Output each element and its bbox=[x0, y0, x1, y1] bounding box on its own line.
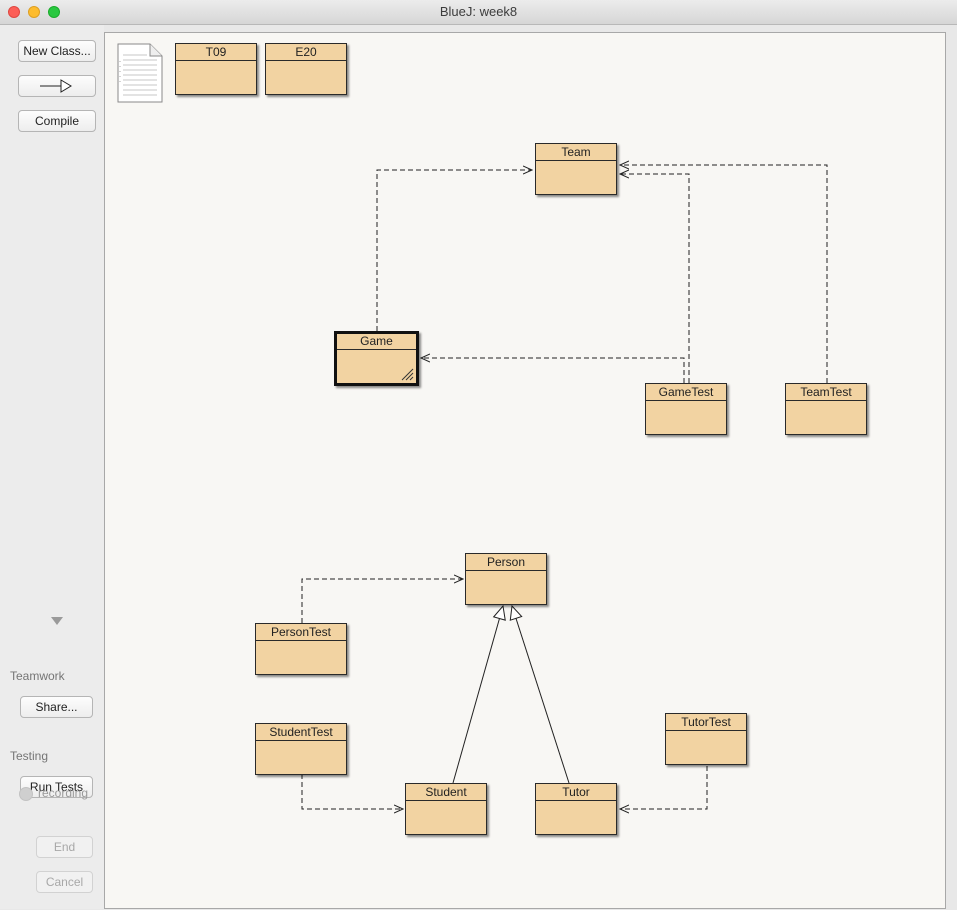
end-button[interactable]: End bbox=[36, 836, 93, 858]
class-gametest-name: GameTest bbox=[646, 384, 726, 401]
class-person[interactable]: Person bbox=[465, 553, 547, 605]
class-tutortest-name: TutorTest bbox=[666, 714, 746, 731]
class-studenttest[interactable]: StudentTest bbox=[255, 723, 347, 775]
class-teamtest-name: TeamTest bbox=[786, 384, 866, 401]
readme-document-icon[interactable] bbox=[117, 43, 163, 103]
package-e20[interactable]: E20 bbox=[265, 43, 347, 95]
testing-label: Testing bbox=[10, 749, 49, 763]
class-teamtest[interactable]: TeamTest bbox=[785, 383, 867, 435]
new-inheritance-arrow-button[interactable] bbox=[18, 75, 96, 97]
teamwork-label: Teamwork bbox=[10, 669, 65, 683]
window-title: BlueJ: week8 bbox=[439, 4, 518, 19]
arrow-tutortest-tutor bbox=[620, 766, 708, 809]
arrow-game-team bbox=[376, 170, 532, 331]
class-persontest-name: PersonTest bbox=[256, 624, 346, 641]
share-button[interactable]: Share... bbox=[20, 696, 93, 718]
class-game-name: Game bbox=[337, 334, 416, 350]
class-tutor[interactable]: Tutor bbox=[535, 783, 617, 835]
package-t09-name: T09 bbox=[176, 44, 256, 61]
class-student[interactable]: Student bbox=[405, 783, 487, 835]
class-studenttest-name: StudentTest bbox=[256, 724, 346, 741]
class-diagram-canvas[interactable]: T09 E20 Team Game GameTest TeamTest Pers… bbox=[104, 32, 946, 909]
package-t09[interactable]: T09 bbox=[175, 43, 257, 95]
collapse-arrow-icon[interactable] bbox=[51, 617, 63, 625]
dependency-arrows bbox=[301, 33, 828, 910]
inheritance-arrow-icon bbox=[40, 79, 72, 93]
window-titlebar: BlueJ: week8 bbox=[0, 0, 957, 25]
class-game[interactable]: Game bbox=[334, 331, 419, 386]
arrow-gametest-game bbox=[421, 358, 685, 383]
class-gametest[interactable]: GameTest bbox=[645, 383, 727, 435]
cancel-button[interactable]: Cancel bbox=[36, 871, 93, 893]
recording-indicator-icon bbox=[19, 787, 33, 801]
class-team[interactable]: Team bbox=[535, 143, 617, 195]
class-person-name: Person bbox=[466, 554, 546, 571]
arrow-persontest-person bbox=[301, 579, 463, 623]
class-persontest[interactable]: PersonTest bbox=[255, 623, 347, 675]
class-student-name: Student bbox=[406, 784, 486, 801]
arrow-studenttest-student bbox=[301, 774, 403, 809]
arrow-gametest-team bbox=[620, 174, 690, 383]
recording-label: recording bbox=[38, 786, 89, 800]
compile-button[interactable]: Compile bbox=[18, 110, 96, 132]
class-team-name: Team bbox=[536, 144, 616, 161]
arrow-student-person bbox=[452, 604, 506, 784]
arrow-tutor-person bbox=[509, 604, 570, 784]
class-tutortest[interactable]: TutorTest bbox=[665, 713, 747, 765]
new-class-button[interactable]: New Class... bbox=[18, 40, 96, 62]
package-e20-name: E20 bbox=[266, 44, 346, 61]
class-tutor-name: Tutor bbox=[536, 784, 616, 801]
arrow-teamtest-team bbox=[620, 165, 828, 383]
uncompiled-stripes-icon bbox=[401, 368, 414, 381]
